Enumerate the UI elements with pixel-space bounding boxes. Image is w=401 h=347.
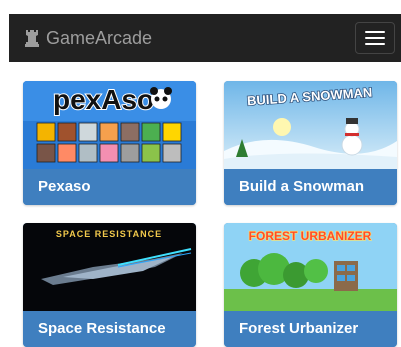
pexaso-tile <box>78 122 98 142</box>
pexaso-tile <box>36 122 56 142</box>
pexaso-tile <box>99 143 119 163</box>
game-card-pexaso[interactable]: pexAso Pexaso <box>23 81 196 205</box>
game-thumbnail-pexaso: pexAso <box>23 81 196 169</box>
hamburger-icon-bar <box>365 31 385 33</box>
game-card-build-a-snowman[interactable]: BUILD A SNOWMAN Build a Snowman <box>224 81 397 205</box>
game-thumbnail-space-resistance: SPACE RESISTANCE <box>23 223 196 311</box>
game-title: Pexaso <box>23 169 196 205</box>
thumb-title: SPACE RESISTANCE <box>56 229 162 239</box>
game-title: Forest Urbanizer <box>224 311 397 347</box>
game-thumbnail-build-a-snowman: BUILD A SNOWMAN <box>224 81 397 169</box>
pexaso-tile <box>99 122 119 142</box>
game-title: Build a Snowman <box>224 169 397 205</box>
hamburger-icon-bar <box>365 37 385 39</box>
thumb-title: FOREST URBANIZER <box>249 229 372 243</box>
pexaso-tile <box>57 122 77 142</box>
game-card-forest-urbanizer[interactable]: FOREST URBANIZER Forest Urbanizer <box>224 223 397 347</box>
pexaso-tile <box>78 143 98 163</box>
game-title: Space Resistance <box>23 311 196 347</box>
thumb-title: pexAso <box>53 84 154 115</box>
brand-link[interactable]: GameArcade <box>24 27 152 49</box>
pexaso-tile <box>57 143 77 163</box>
pexaso-tile <box>162 143 182 163</box>
navbar: GameArcade <box>9 14 401 62</box>
hamburger-icon-bar <box>365 43 385 45</box>
pexaso-tile <box>162 122 182 142</box>
game-thumbnail-forest-urbanizer: FOREST URBANIZER <box>224 223 397 311</box>
brand-text: GameArcade <box>46 28 153 48</box>
pexaso-tile <box>36 143 56 163</box>
pexaso-tile <box>141 143 161 163</box>
rook-icon <box>25 30 39 47</box>
menu-toggle-button[interactable] <box>355 22 395 54</box>
pexaso-tile <box>120 122 140 142</box>
pexaso-tile <box>120 143 140 163</box>
pexaso-tile <box>141 122 161 142</box>
game-card-space-resistance[interactable]: SPACE RESISTANCE Space Resistance <box>23 223 196 347</box>
